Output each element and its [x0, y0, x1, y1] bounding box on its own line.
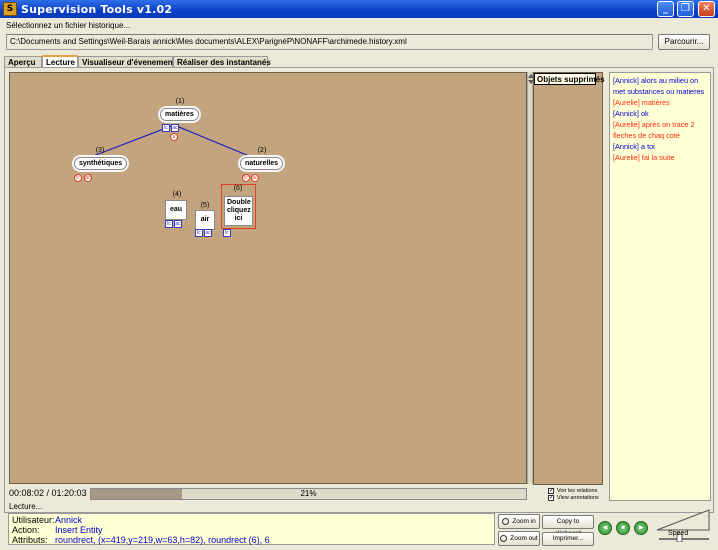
attributes-value: roundrect, (x=419,y=219,w=63,h=82), roun… — [55, 535, 270, 545]
zoom-out-button[interactable]: Zoom out — [498, 531, 540, 546]
window-title: Supervision Tools v1.02 — [21, 3, 173, 16]
play-backward-icon[interactable]: ◀ — [598, 521, 612, 535]
annotate-icon[interactable]: ac — [84, 174, 92, 182]
chat-message: [Aurelie] fai la suite — [613, 153, 675, 162]
chat-message: [Aurelie] après on trace 2 fleches de ch… — [613, 120, 695, 140]
file-path-field[interactable]: C:\Documents and Settings\Weil-Barais an… — [6, 34, 653, 50]
annotate-icon[interactable]: ac — [204, 229, 212, 237]
link-icon[interactable]: lc — [242, 174, 250, 182]
link-icon[interactable]: lc — [223, 229, 231, 237]
minimize-button[interactable]: _ — [657, 1, 674, 17]
browse-button[interactable]: Parcourir... — [658, 34, 710, 50]
show-relations-label: Voir les relations — [557, 488, 598, 494]
action-label: Action: — [12, 525, 40, 535]
zoom-in-button[interactable]: Zoom in — [498, 514, 540, 529]
play-forward-icon[interactable]: ▶ — [634, 521, 648, 535]
event-info-box: Utilisateur: Annick Action: Insert Entit… — [8, 513, 495, 545]
app-icon: S — [3, 2, 17, 16]
view-annotations-label: View annotations — [557, 495, 599, 501]
link-icon[interactable]: lc — [195, 229, 203, 237]
deleted-objects-panel — [533, 72, 603, 485]
status-text: Lecture... — [9, 502, 43, 511]
action-value: Insert Entity — [55, 525, 103, 535]
node-double-cliquez[interactable]: Double cliquez ici — [224, 196, 253, 226]
close-button[interactable]: ✕ — [698, 1, 715, 17]
node-air[interactable]: air — [195, 210, 215, 230]
link-layer — [87, 124, 255, 159]
node-naturelles[interactable]: naturelles — [240, 157, 284, 170]
user-value: Annick — [55, 515, 83, 525]
author-icon: a — [170, 133, 178, 141]
node-number: (1) — [175, 98, 185, 105]
file-select-label: Sélectionnez un fichier historique... — [6, 21, 131, 30]
speed-label: Speed — [668, 530, 689, 537]
speed-ramp — [656, 509, 710, 531]
playback-progress[interactable]: 21% — [90, 488, 527, 500]
annotate-icon[interactable]: ac — [174, 220, 182, 228]
node-number: (4) — [172, 191, 182, 198]
chat-message: [Aurelie] matières — [613, 98, 670, 107]
node-synthetiques[interactable]: synthétiques — [74, 157, 128, 170]
time-readout: 00:08:02 / 01:20:03 — [9, 488, 87, 498]
node-number: (5) — [200, 202, 210, 209]
node-matieres[interactable]: matières — [160, 108, 199, 121]
link-icon[interactable]: lc — [165, 220, 173, 228]
deleted-objects-title: Objets supprimés — [534, 73, 605, 85]
zoom-out-label: Zoom out — [510, 535, 538, 542]
maximize-button[interactable]: ❐ — [677, 1, 694, 17]
node-number: (3) — [95, 147, 105, 154]
chat-message: [Annick] alors au milieu on met substanc… — [613, 76, 705, 96]
chat-message: [Annick] a toi — [613, 142, 655, 151]
link-matieres-naturelles — [173, 124, 255, 159]
view-annotations-checkbox[interactable]: ✓ — [548, 495, 554, 501]
diagram-canvas[interactable]: (1) matières lc ac a (3) synthétiques lc… — [9, 72, 527, 484]
progress-percent: 21% — [300, 489, 317, 498]
node-number: (6) — [233, 185, 243, 192]
link-icon[interactable]: lc — [162, 124, 170, 132]
attributes-label: Attributs: — [12, 535, 48, 545]
node-number: (2) — [257, 147, 267, 154]
node-eau[interactable]: eau — [165, 200, 187, 220]
user-label: Utilisateur: — [12, 515, 55, 525]
magnifier-icon — [502, 517, 510, 525]
chat-message: [Annick] ok — [613, 109, 649, 118]
chat-log: [Annick] alors au milieu on met substanc… — [609, 72, 711, 501]
print-button[interactable]: Imprimer... — [542, 532, 594, 546]
zoom-in-label: Zoom in — [512, 518, 536, 525]
annotate-icon[interactable]: ac — [251, 174, 259, 182]
magnifier-icon — [500, 534, 508, 542]
copy-clipboard-button[interactable]: Copy to clipboard — [542, 515, 594, 537]
link-icon[interactable]: lc — [74, 174, 82, 182]
pause-icon[interactable]: ■ — [616, 521, 630, 535]
annotate-icon[interactable]: ac — [171, 124, 179, 132]
show-relations-checkbox[interactable]: ✓ — [548, 488, 554, 494]
